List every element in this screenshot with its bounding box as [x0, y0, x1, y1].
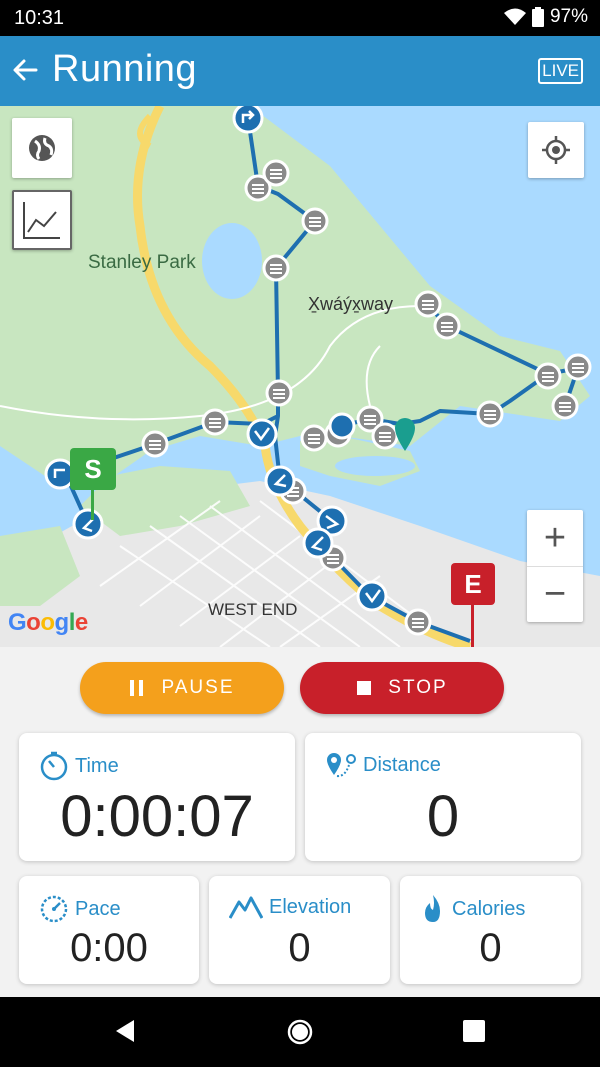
- end-marker-label: E: [451, 563, 495, 605]
- distance-card: Distance 0: [305, 733, 581, 861]
- pace-card: Pace 0:00: [19, 876, 199, 984]
- zoom-in-button[interactable]: +: [527, 510, 583, 567]
- stop-icon: [357, 681, 372, 695]
- time-value: 0:00:07: [60, 784, 254, 849]
- calories-label: Calories: [452, 897, 526, 920]
- pause-icon: [130, 680, 144, 696]
- page-title: Running: [52, 48, 198, 90]
- status-bar: 10:31 97%: [0, 0, 600, 36]
- elevation-label: Elevation: [269, 895, 352, 918]
- pace-value: 0:00: [70, 926, 148, 970]
- app-bar: Running LIVE: [0, 36, 600, 106]
- map-label-park: Stanley Park: [88, 252, 196, 273]
- battery-icon: [531, 7, 544, 27]
- start-marker[interactable]: S: [70, 448, 116, 520]
- back-nav-icon[interactable]: [112, 1018, 138, 1044]
- globe-icon: [29, 135, 55, 161]
- distance-pin-icon: [327, 753, 356, 778]
- elevation-card: Elevation 0: [209, 876, 390, 984]
- battery-percent: 97%: [549, 6, 588, 27]
- pause-label: PAUSE: [161, 677, 235, 698]
- calories-value: 0: [479, 926, 502, 970]
- route-chart-icon: [23, 202, 60, 239]
- status-time: 10:31: [14, 7, 65, 29]
- crosshair-icon: [542, 136, 570, 164]
- distance-value: 0: [426, 784, 460, 849]
- live-badge[interactable]: LIVE: [538, 58, 583, 84]
- calories-card: Calories 0: [400, 876, 581, 984]
- zoom-out-button[interactable]: −: [527, 567, 583, 622]
- distance-label: Distance: [363, 753, 441, 776]
- stop-button[interactable]: STOP: [300, 662, 504, 714]
- stop-label: STOP: [388, 677, 448, 698]
- stopwatch-icon: [40, 751, 68, 781]
- pause-button[interactable]: PAUSE: [80, 662, 284, 714]
- route-view-button[interactable]: [12, 190, 72, 250]
- my-location-button[interactable]: [528, 122, 584, 178]
- lost-lagoon: [202, 223, 262, 299]
- pace-label: Pace: [75, 897, 121, 920]
- recents-nav-icon[interactable]: [462, 1019, 486, 1043]
- flame-icon: [425, 895, 440, 922]
- time-card: Time 0:00:07: [19, 733, 295, 861]
- map-view[interactable]: Stanley Park X̱wáýx̱way WEST END S E + −…: [0, 106, 600, 647]
- start-marker-label: S: [70, 448, 116, 490]
- back-arrow-icon[interactable]: [10, 54, 42, 86]
- tracking-panel: PAUSE STOP Time 0:00:07 Distance 0 Pace …: [0, 647, 600, 997]
- navigation-bar: [0, 997, 600, 1067]
- zoom-controls: + −: [527, 510, 583, 622]
- map-label-district: WEST END: [208, 600, 298, 619]
- wifi-icon: [503, 8, 526, 25]
- mountain-icon: [229, 896, 263, 919]
- speedometer-icon: [40, 895, 68, 923]
- end-marker[interactable]: E: [451, 563, 495, 647]
- map-type-button[interactable]: [12, 118, 72, 178]
- time-label: Time: [75, 754, 119, 777]
- map-label-place: X̱wáýx̱way: [308, 294, 394, 314]
- elevation-value: 0: [288, 926, 311, 970]
- google-attribution: Google: [8, 609, 88, 636]
- home-nav-icon[interactable]: [286, 1018, 314, 1046]
